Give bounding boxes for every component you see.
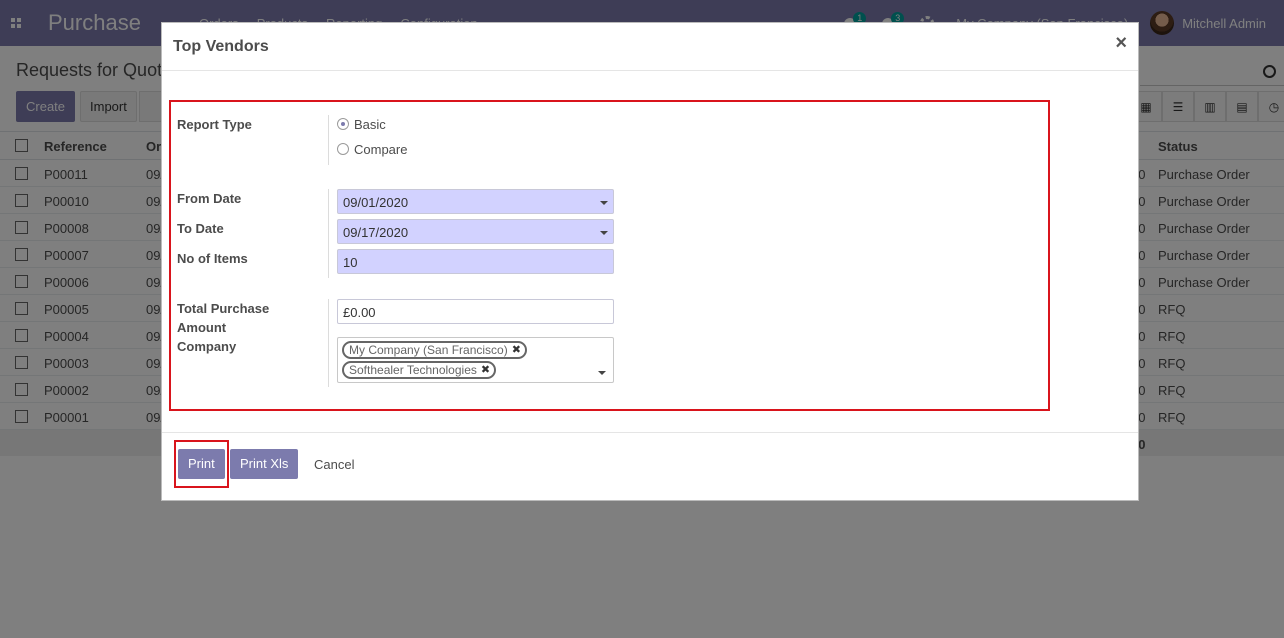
no-of-items-field[interactable]: 10 — [337, 249, 614, 274]
from-date-label: From Date — [177, 191, 242, 206]
separator — [328, 115, 329, 165]
to-date-label: To Date — [177, 221, 224, 236]
chevron-down-icon[interactable] — [598, 371, 606, 375]
company-tag-label: My Company (San Francisco) — [349, 343, 508, 357]
company-tag-label: Softhealer Technologies — [349, 363, 477, 377]
total-purchase-amount-field[interactable]: £0.00 — [337, 299, 614, 324]
no-of-items-value: 10 — [343, 255, 358, 270]
no-of-items-label: No of Items — [177, 251, 248, 266]
modal-header: Top Vendors × — [162, 23, 1138, 71]
to-date-value: 09/17/2020 — [343, 225, 409, 240]
remove-tag-icon[interactable]: ✖ — [512, 343, 521, 357]
close-icon[interactable]: × — [1115, 32, 1127, 55]
total-purchase-amount-value: £0.00 — [343, 305, 376, 320]
remove-tag-icon[interactable]: ✖ — [481, 363, 490, 377]
from-date-value: 09/01/2020 — [343, 195, 409, 210]
print-button[interactable]: Print — [178, 449, 225, 479]
company-many2many-field[interactable]: My Company (San Francisco) ✖ Softhealer … — [337, 337, 614, 383]
top-vendors-dialog: Top Vendors × Report Type Basic Compare … — [161, 22, 1139, 501]
total-purchase-amount-label-line2: Amount — [177, 320, 227, 335]
print-xls-button[interactable]: Print Xls — [230, 449, 299, 479]
total-purchase-amount-label-line1: Total Purchase — [177, 301, 270, 316]
modal-footer: Print Print Xls Cancel — [162, 432, 1138, 500]
separator — [328, 189, 329, 278]
radio-compare-label[interactable]: Compare — [354, 142, 407, 157]
separator — [328, 299, 329, 387]
report-type-label: Report Type — [177, 117, 252, 132]
modal-title: Top Vendors — [173, 38, 269, 55]
company-tag: Softhealer Technologies ✖ — [342, 361, 497, 379]
to-date-field[interactable]: 09/17/2020 — [337, 219, 614, 244]
radio-compare[interactable] — [337, 143, 349, 155]
from-date-field[interactable]: 09/01/2020 — [337, 189, 614, 214]
chevron-down-icon[interactable] — [600, 231, 608, 235]
radio-basic[interactable] — [337, 118, 349, 130]
company-tag: My Company (San Francisco) ✖ — [342, 341, 527, 359]
radio-basic-label[interactable]: Basic — [354, 117, 386, 132]
cancel-button[interactable]: Cancel — [314, 457, 354, 472]
chevron-down-icon[interactable] — [600, 201, 608, 205]
company-label: Company — [177, 339, 237, 354]
